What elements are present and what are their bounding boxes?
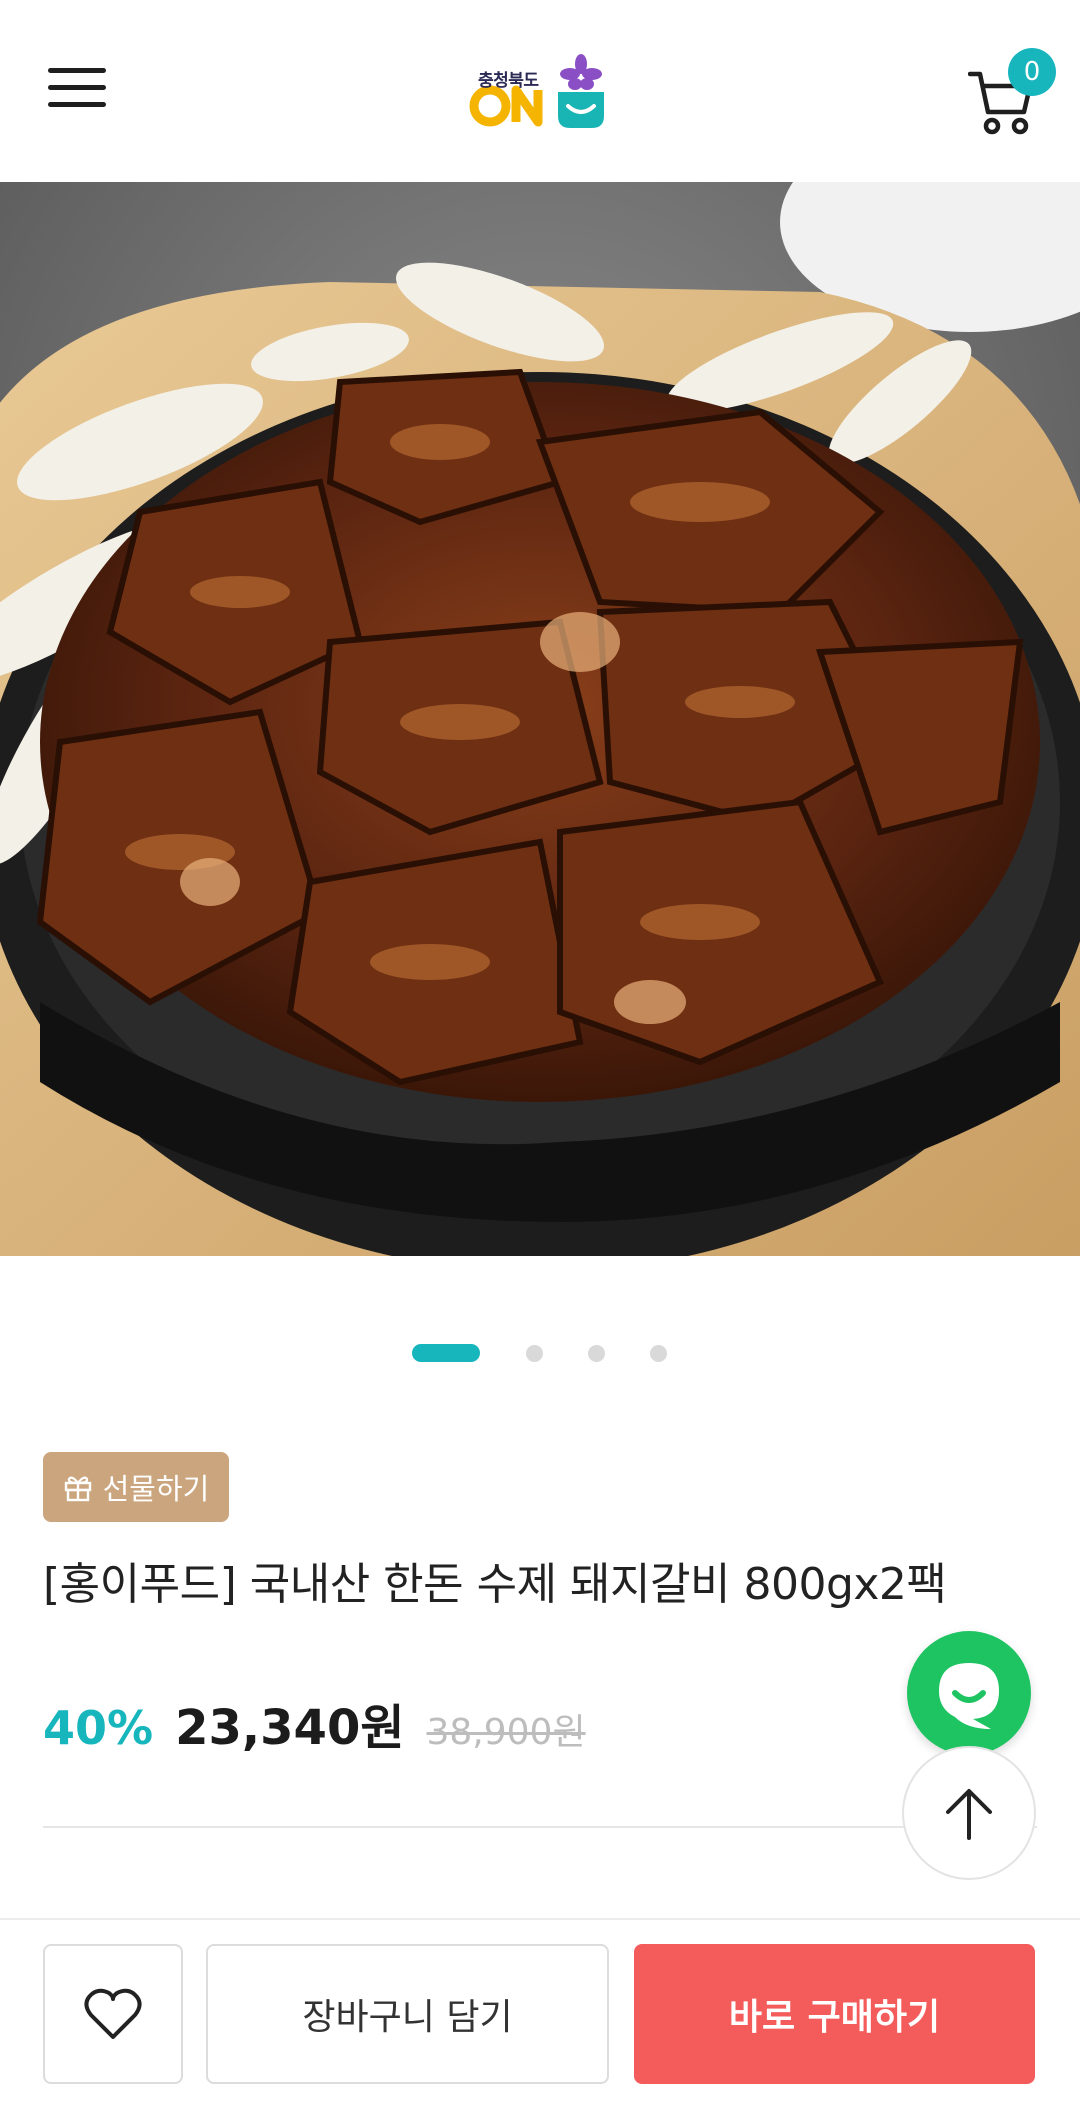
logo-mark — [469, 54, 604, 128]
carousel-dot-1[interactable] — [412, 1344, 480, 1362]
carousel-pagination — [0, 1340, 1080, 1364]
scroll-top-button[interactable] — [902, 1746, 1036, 1880]
logo[interactable]: 충청북도 — [466, 50, 626, 132]
chat-icon — [939, 1663, 999, 1729]
product-image-carousel[interactable] — [0, 182, 1080, 1256]
gift-button[interactable]: 선물하기 — [43, 1452, 229, 1522]
gift-icon — [64, 1476, 91, 1502]
heart-icon — [84, 1988, 142, 2039]
logo-region-text: 충청북도 — [478, 71, 539, 91]
sale-price: 23,340원 — [175, 1700, 405, 1756]
app-header: 충청북도 0 — [0, 0, 1080, 182]
cart-button[interactable]: 0 — [968, 48, 1056, 135]
add-to-cart-button[interactable]: 장바구니 담기 — [206, 1944, 609, 2084]
price-row: 40% 23,340원 38,900원 — [43, 1688, 586, 1756]
wishlist-button[interactable] — [43, 1944, 183, 2084]
gift-label: 선물하기 — [102, 1472, 210, 1506]
carousel-dot-2[interactable] — [526, 1345, 543, 1362]
product-image — [0, 182, 1080, 1256]
product-detail-page: 충청북도 0 선물하기 [홍이푸드] 국내산 한돈 수제 돼지갈비 800gx2… — [0, 0, 1080, 2107]
divider — [43, 1826, 1037, 1828]
menu-icon[interactable] — [48, 68, 106, 108]
chat-button[interactable] — [907, 1631, 1031, 1755]
original-price: 38,900원 — [426, 1712, 586, 1753]
cart-count-badge: 0 — [1008, 48, 1056, 96]
carousel-dot-3[interactable] — [588, 1345, 605, 1362]
buy-now-button[interactable]: 바로 구매하기 — [634, 1944, 1035, 2084]
bottom-action-bar: 장바구니 담기 바로 구매하기 — [0, 1918, 1080, 2107]
carousel-dot-4[interactable] — [650, 1345, 667, 1362]
arrow-up-icon — [946, 1789, 992, 1840]
discount-rate: 40% — [43, 1701, 154, 1755]
product-title: [홍이푸드] 국내산 한돈 수제 돼지갈비 800gx2팩 — [43, 1559, 947, 1610]
